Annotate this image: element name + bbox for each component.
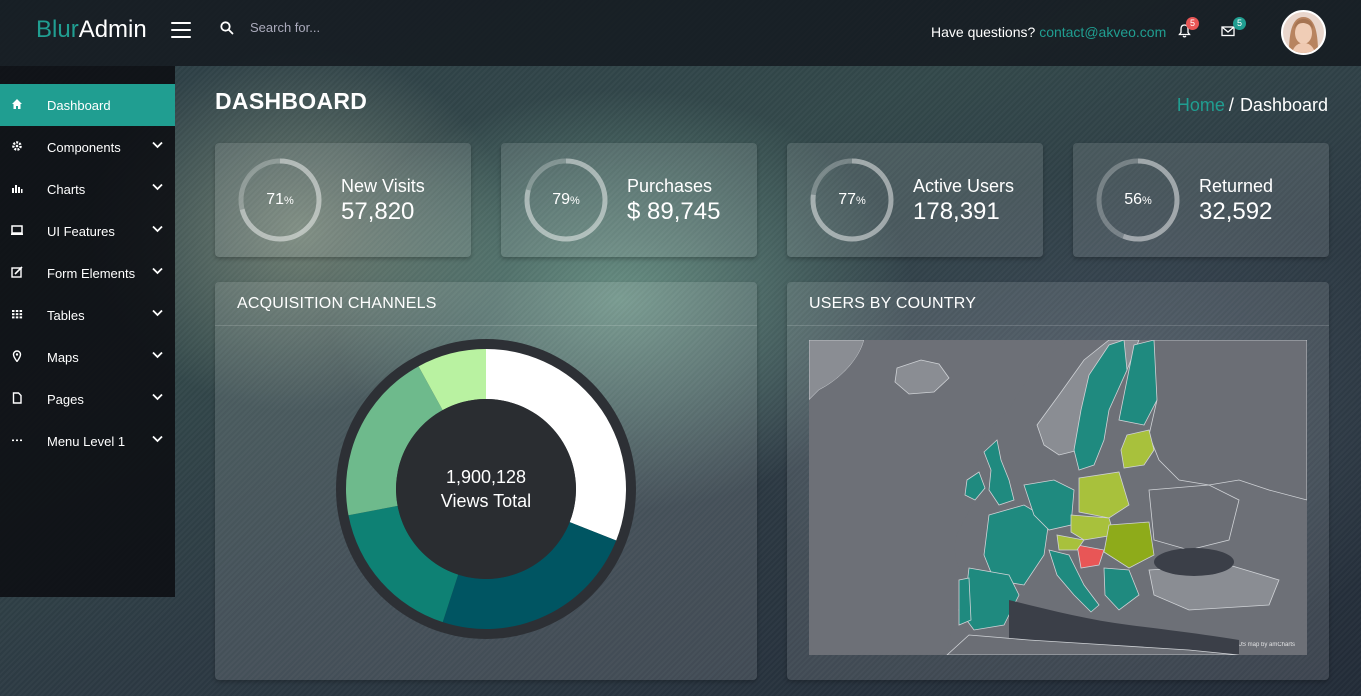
sidebar: Dashboard Components Charts UI Features … [0, 66, 175, 597]
chevron-down-icon [152, 351, 163, 359]
chevron-down-icon [152, 141, 163, 149]
messages-badge: 5 [1233, 17, 1246, 30]
stat-percent: 77% [809, 191, 895, 209]
stat-value: 57,820 [341, 198, 415, 225]
stat-label: Returned [1199, 176, 1274, 196]
search-icon [220, 20, 234, 34]
stat-percent-unit: % [284, 195, 294, 207]
sidebar-item-label: Menu Level 1 [47, 433, 126, 449]
sidebar-item-label: UI Features [47, 223, 115, 239]
chevron-down-icon [152, 393, 163, 401]
black-sea [1154, 548, 1234, 576]
chevron-down-icon [152, 309, 163, 317]
brand-part2: Admin [78, 16, 147, 43]
sidebar-item-label: Charts [47, 181, 86, 197]
search-input[interactable] [250, 20, 450, 35]
ukraine-shape [1148, 484, 1240, 551]
home-icon [12, 99, 22, 109]
brand-part1: Blur [36, 16, 79, 43]
users-by-country-panel: USERS BY COUNTRY JS map by amCharts [787, 282, 1329, 680]
stat-percent-unit: % [856, 195, 866, 207]
stat-percent-value: 79 [552, 191, 570, 208]
avatar-photo [1283, 12, 1324, 53]
stat-percent-unit: % [1142, 195, 1152, 207]
sidebar-item-label: Maps [47, 349, 79, 365]
menu-toggle-icon[interactable] [171, 22, 191, 38]
sidebar-item-label: Tables [47, 307, 85, 323]
views-total-value: 1,900,128 [445, 467, 527, 487]
brand-logo[interactable]: BlurAdmin [36, 16, 147, 44]
breadcrumb-separator: / [1228, 95, 1234, 115]
sidebar-item-pages[interactable]: Pages [0, 378, 175, 420]
contact-email-link[interactable]: contact@akveo.com [1039, 24, 1166, 40]
map-pin-icon [12, 350, 22, 362]
stat-percent-value: 71 [266, 191, 284, 208]
envelope-icon [1221, 26, 1235, 37]
sidebar-item-charts[interactable]: Charts [0, 168, 175, 210]
edit-icon [11, 266, 23, 278]
stat-card-active-users: 77% Active Users 178,391 [787, 143, 1043, 257]
gear-icon [12, 141, 22, 151]
stat-label: Active Users [913, 176, 1015, 196]
chevron-down-icon [152, 267, 163, 275]
sidebar-item-maps[interactable]: Maps [0, 336, 175, 378]
sidebar-item-components[interactable]: Components [0, 126, 175, 168]
panel-title: ACQUISITION CHANNELS [215, 282, 757, 326]
donut-center-label: 1,900,128 Views Total [336, 465, 636, 513]
top-bar: BlurAdmin Have questions? contact@akveo.… [0, 0, 1361, 66]
breadcrumb-current: Dashboard [1239, 95, 1328, 115]
questions-label: Have questions? [931, 24, 1036, 40]
stat-percent-value: 56 [1124, 191, 1142, 208]
user-avatar[interactable] [1281, 10, 1326, 55]
sidebar-item-ui-features[interactable]: UI Features [0, 210, 175, 252]
panel-title: USERS BY COUNTRY [787, 282, 1329, 326]
search-box [220, 20, 450, 35]
stat-value: 32,592 [1199, 198, 1273, 225]
stat-card-new-visits: 71% New Visits 57,820 [215, 143, 471, 257]
sidebar-item-form-elements[interactable]: Form Elements [0, 252, 175, 294]
page-title: DASHBOARD [215, 88, 368, 114]
file-icon [12, 392, 22, 404]
sidebar-item-dashboard[interactable]: Dashboard [0, 84, 175, 126]
chevron-down-icon [152, 183, 163, 191]
help-text: Have questions? contact@akveo.com [931, 24, 1166, 40]
monitor-icon [11, 225, 23, 235]
acquisition-channels-panel: ACQUISITION CHANNELS 1,900,128 Views Tot… [215, 282, 757, 680]
notifications-badge: 5 [1186, 17, 1199, 30]
sidebar-item-label: Form Elements [47, 265, 136, 281]
stat-card-returned: 56% Returned 32,592 [1073, 143, 1329, 257]
breadcrumb-home-link[interactable]: Home [1177, 95, 1225, 115]
europe-map[interactable]: JS map by amCharts [809, 340, 1307, 655]
views-total-label: Views Total [440, 491, 532, 511]
stat-percent: 71% [237, 191, 323, 209]
stat-percent-unit: % [570, 195, 580, 207]
notifications-button[interactable]: 5 [1178, 17, 1199, 43]
chevron-down-icon [152, 435, 163, 443]
stat-label: New Visits [341, 176, 425, 196]
stat-percent: 56% [1095, 191, 1181, 209]
sidebar-item-label: Components [47, 139, 121, 155]
bar-chart-icon [12, 185, 23, 193]
stat-label: Purchases [627, 176, 713, 196]
sidebar-item-label: Dashboard [47, 97, 111, 113]
grid-icon [12, 310, 23, 319]
sidebar-item-menu-level-1[interactable]: Menu Level 1 [0, 420, 175, 462]
ellipsis-icon [12, 439, 22, 442]
map-credit: JS map by amCharts [1239, 642, 1295, 648]
stat-card-purchases: 79% Purchases $ 89,745 [501, 143, 757, 257]
stat-value: 178,391 [913, 198, 1000, 225]
stat-percent-value: 77 [838, 191, 856, 208]
sidebar-item-label: Pages [47, 391, 84, 407]
portugal-shape [958, 577, 972, 626]
sidebar-item-tables[interactable]: Tables [0, 294, 175, 336]
messages-button[interactable]: 5 [1221, 17, 1246, 42]
stat-percent: 79% [523, 191, 609, 209]
chevron-down-icon [152, 225, 163, 233]
breadcrumb: Home / Dashboard [1177, 95, 1328, 116]
stat-value: $ 89,745 [627, 198, 721, 225]
